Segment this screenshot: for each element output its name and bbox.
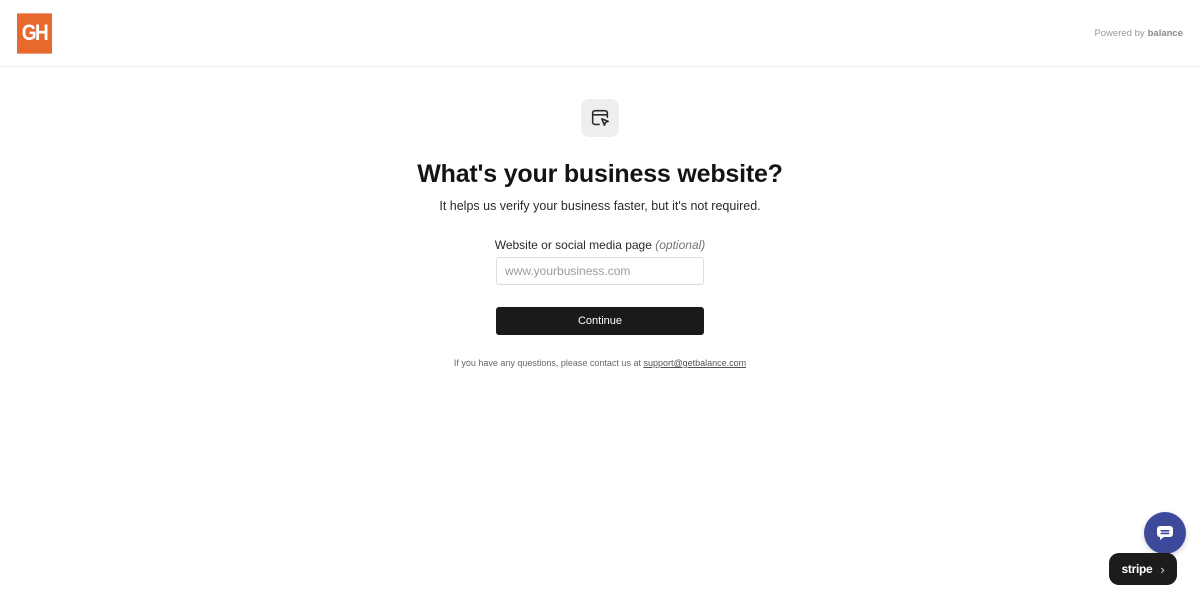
page-title: What's your business website? — [417, 160, 783, 188]
website-icon-tile — [581, 99, 619, 137]
page-subtitle: It helps us verify your business faster,… — [439, 199, 761, 213]
chevron-right-icon: › — [1160, 561, 1165, 577]
stripe-button[interactable]: stripe › — [1109, 553, 1177, 585]
page: GH Powered by balance What's your busine… — [0, 0, 1200, 607]
top-bar: GH Powered by balance — [0, 0, 1200, 67]
continue-button[interactable]: Continue — [496, 307, 704, 335]
browser-cursor-icon — [591, 109, 610, 126]
logo-text: GH — [21, 20, 49, 45]
stripe-label: stripe — [1121, 562, 1153, 576]
website-field-label: Website or social media page (optional) — [0, 238, 1200, 252]
powered-by: Powered by balance — [1094, 28, 1183, 39]
support-email-link[interactable]: support@getbalance.com — [643, 358, 746, 368]
contact-text: If you have any questions, please contac… — [453, 358, 641, 368]
company-logo: GH — [17, 13, 52, 54]
powered-by-prefix: Powered by — [1094, 28, 1145, 39]
optional-tag: (optional) — [655, 238, 706, 252]
powered-by-brand: balance — [1147, 28, 1183, 39]
website-field-label-text: Website or social media page — [494, 238, 652, 252]
contact-line: If you have any questions, please contac… — [0, 358, 1200, 368]
website-input[interactable] — [496, 257, 704, 285]
chat-bubble-icon — [1157, 526, 1173, 540]
chat-launcher-button[interactable] — [1144, 512, 1186, 554]
